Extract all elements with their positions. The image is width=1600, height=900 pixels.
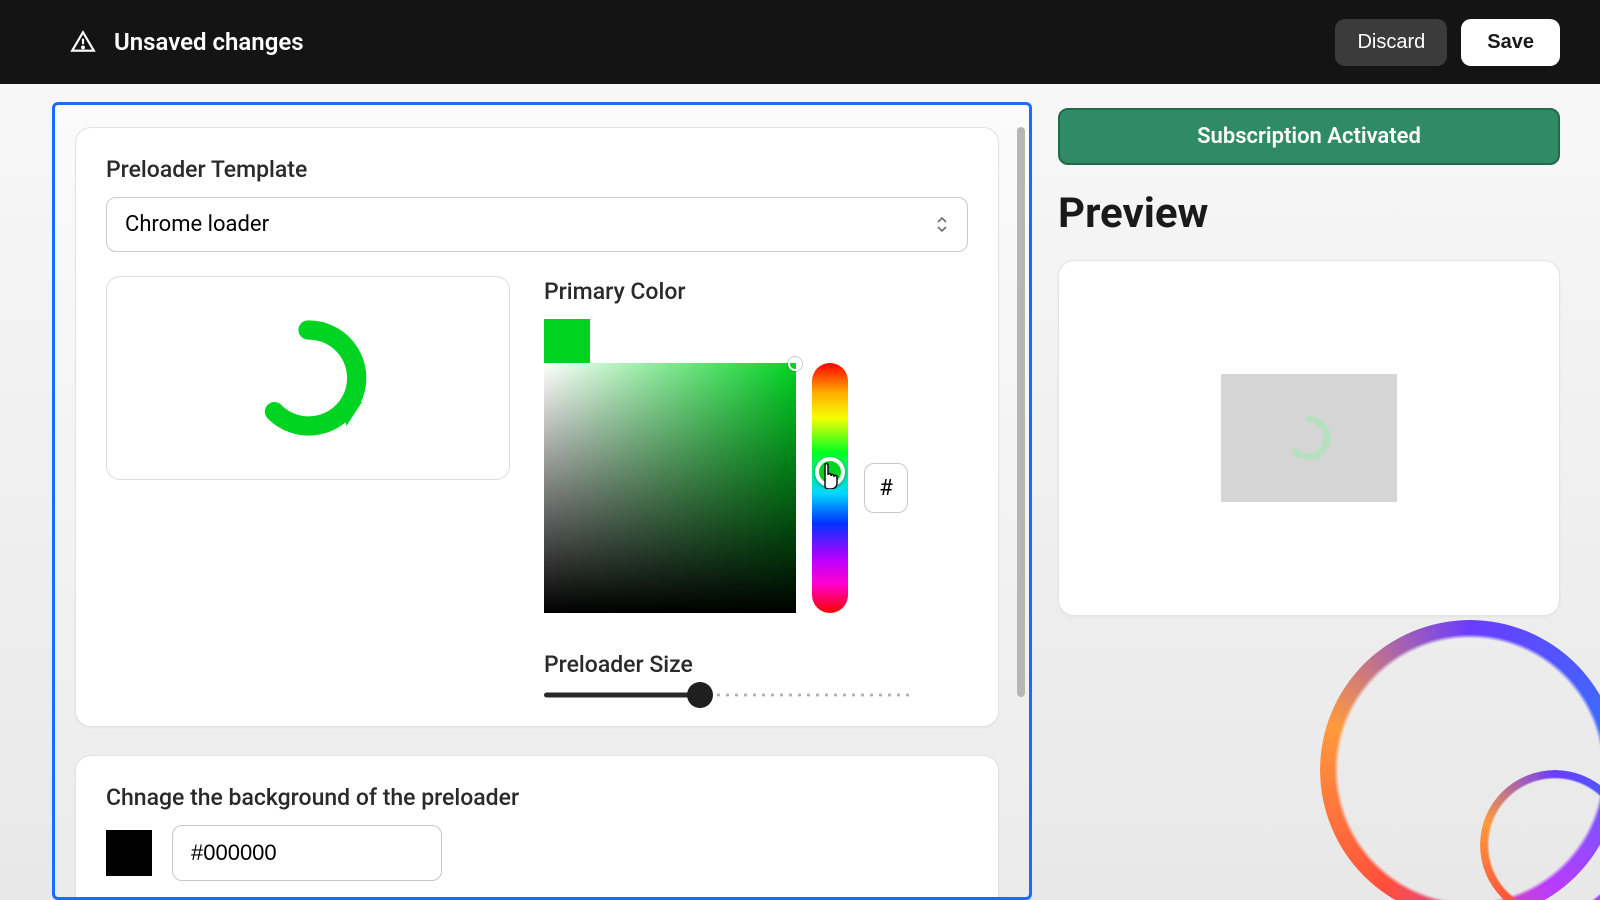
preview-panel: Subscription Activated Preview [1058,102,1560,900]
background-hex-input[interactable] [172,825,442,881]
hue-handle[interactable] [815,457,845,487]
save-button[interactable]: Save [1461,19,1560,66]
chevron-updown-icon [935,216,949,233]
warning-icon [70,29,96,55]
size-slider-handle[interactable] [687,682,713,708]
loader-thumbnail [106,276,510,480]
panel-scrollbar[interactable] [1017,127,1025,697]
size-label: Preloader Size [544,651,968,678]
topbar-actions: Discard Save [1335,19,1560,66]
preview-loader-icon [1283,412,1335,464]
preview-card [1058,260,1560,616]
chrome-loader-icon [248,318,368,438]
preview-title: Preview [1058,189,1560,238]
primary-color-swatch[interactable] [544,319,590,363]
template-label: Preloader Template [106,156,968,183]
config-panel: Preloader Template Chrome loader [52,102,1032,900]
template-card: Preloader Template Chrome loader [75,127,999,727]
hex-toggle-button[interactable]: # [864,463,908,513]
discard-button[interactable]: Discard [1335,19,1447,66]
preview-inner [1221,374,1397,502]
saturation-value-field[interactable] [544,363,796,613]
unsaved-changes-indicator: Unsaved changes [70,28,304,56]
template-select[interactable]: Chrome loader [106,197,968,252]
size-slider-fill [544,693,704,698]
size-slider[interactable] [544,692,914,698]
topbar: Unsaved changes Discard Save [0,0,1600,84]
primary-color-label: Primary Color [544,278,968,305]
background-card: Chnage the background of the preloader [75,755,999,900]
unsaved-changes-text: Unsaved changes [114,28,304,56]
background-label: Chnage the background of the preloader [106,784,968,811]
subscription-badge: Subscription Activated [1058,108,1560,165]
background-swatch[interactable] [106,830,152,876]
hue-slider[interactable] [812,363,848,613]
size-slider-dots [714,693,914,698]
sv-handle[interactable] [788,357,802,371]
template-select-value: Chrome loader [125,212,269,237]
